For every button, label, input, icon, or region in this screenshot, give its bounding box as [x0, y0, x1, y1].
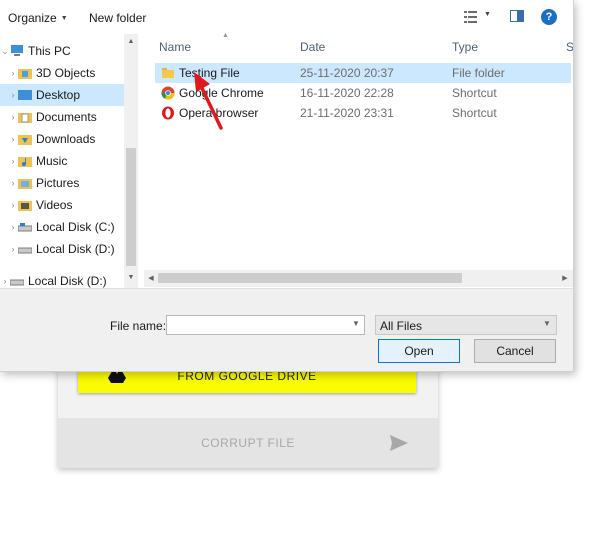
nav-label: Videos	[36, 198, 73, 212]
column-name[interactable]: Name	[159, 40, 191, 54]
organize-caret-icon: ▼	[60, 15, 68, 22]
corrupt-file-label: CORRUPT FILE	[201, 436, 295, 450]
drive-icon	[18, 223, 32, 232]
organize-menu[interactable]: Organize ▼	[8, 11, 68, 25]
sort-ascending-icon: ▲	[222, 32, 229, 39]
scrollbar-thumb[interactable]	[126, 148, 136, 266]
column-type[interactable]: Type	[452, 40, 478, 54]
collapsed-chevron-icon[interactable]: ›	[8, 68, 18, 78]
corrupt-file-button[interactable]: CORRUPT FILE	[58, 418, 438, 468]
downloads-icon	[18, 135, 32, 145]
collapsed-chevron-icon[interactable]: ›	[8, 222, 18, 232]
file-open-dialog: Organize ▼ New folder ▼ ? ⌄ This PC › 3D…	[0, 0, 574, 372]
file-date: 16-11-2020 22:28	[300, 86, 394, 100]
file-type: Shortcut	[452, 86, 497, 100]
scroll-right-icon[interactable]: ▶	[558, 274, 572, 282]
music-icon	[18, 157, 32, 167]
nav-label: Downloads	[36, 132, 96, 146]
collapsed-chevron-icon[interactable]: ›	[8, 134, 18, 144]
column-size[interactable]: S	[566, 40, 573, 54]
nav-item-desktop[interactable]: › Desktop	[0, 84, 124, 106]
nav-label: Music	[36, 154, 68, 168]
collapsed-chevron-icon[interactable]: ›	[8, 200, 18, 210]
file-type: File folder	[452, 66, 505, 80]
nav-vertical-scrollbar[interactable]: ▲ ▼	[124, 34, 138, 288]
send-icon[interactable]	[390, 435, 408, 451]
nav-label: 3D Objects	[36, 66, 96, 80]
drive-icon	[18, 247, 32, 254]
desktop-folder-icon	[18, 90, 32, 100]
preview-pane-icon[interactable]	[510, 10, 524, 22]
nav-item-3d-objects[interactable]: › 3D Objects	[0, 62, 124, 84]
file-list-header: Name Date Type S	[138, 34, 573, 58]
scrollbar-thumb[interactable]	[158, 273, 462, 283]
file-name-label: File name:	[110, 319, 167, 333]
nav-label: Local Disk (D:)	[36, 242, 115, 256]
nav-item-local-disk-d[interactable]: › Local Disk (D:)	[0, 238, 124, 260]
file-list-horizontal-scrollbar[interactable]: ◀ ▶	[144, 270, 573, 287]
file-type: Shortcut	[452, 106, 497, 120]
dialog-footer: File name: ▼ All Files ▼ Open Cancel	[0, 288, 573, 371]
nav-item-local-disk-c[interactable]: › Local Disk (C:)	[0, 216, 124, 238]
collapsed-chevron-icon[interactable]: ›	[8, 90, 18, 100]
folder-3d-icon	[18, 69, 32, 79]
file-type-filter-value: All Files	[380, 319, 423, 333]
nav-label: Local Disk (C:)	[36, 220, 115, 234]
open-button[interactable]: Open	[378, 339, 460, 363]
nav-item-pictures[interactable]: › Pictures	[0, 172, 124, 194]
filter-dropdown-icon[interactable]: ▼	[543, 319, 551, 328]
file-date: 25-11-2020 20:37	[300, 66, 394, 80]
navigation-pane: ⌄ This PC › 3D Objects › Desktop › Docum…	[0, 34, 138, 288]
scroll-down-icon[interactable]: ▼	[124, 274, 138, 281]
opera-icon	[162, 106, 174, 120]
collapsed-chevron-icon[interactable]: ›	[8, 178, 18, 188]
videos-icon	[18, 201, 32, 211]
nav-label: This PC	[28, 44, 71, 58]
nav-label: Pictures	[36, 176, 80, 190]
collapsed-chevron-icon[interactable]: ›	[8, 244, 18, 254]
computer-icon	[11, 45, 23, 56]
dialog-toolbar: Organize ▼ New folder ▼ ?	[0, 0, 573, 34]
scroll-left-icon[interactable]: ◀	[144, 274, 158, 282]
scroll-up-icon[interactable]: ▲	[124, 38, 138, 45]
annotation-arrow-icon	[194, 72, 223, 130]
nav-item-videos[interactable]: › Videos	[0, 194, 124, 216]
nav-label: Desktop	[36, 88, 81, 102]
nav-item-downloads[interactable]: › Downloads	[0, 128, 124, 150]
nav-label: Documents	[36, 110, 97, 124]
help-icon[interactable]: ?	[541, 9, 557, 25]
file-name-dropdown-icon[interactable]: ▼	[352, 319, 360, 328]
view-caret-icon[interactable]: ▼	[484, 11, 491, 18]
nav-item-music[interactable]: › Music	[0, 150, 124, 172]
new-folder-button[interactable]: New folder	[89, 11, 146, 25]
collapsed-chevron-icon[interactable]: ›	[8, 156, 18, 166]
documents-icon	[18, 113, 32, 123]
nav-label: Local Disk (D:)	[28, 274, 107, 288]
folder-icon	[162, 68, 174, 78]
organize-label: Organize	[8, 11, 57, 25]
collapsed-chevron-icon[interactable]: ›	[0, 276, 10, 286]
nav-item-documents[interactable]: › Documents	[0, 106, 124, 128]
file-date: 21-11-2020 23:31	[300, 106, 394, 120]
drive-icon	[10, 279, 24, 286]
collapsed-chevron-icon[interactable]: ›	[8, 112, 18, 122]
pictures-icon	[18, 179, 32, 189]
expanded-chevron-icon[interactable]: ⌄	[0, 46, 10, 57]
nav-item-this-pc[interactable]: ⌄ This PC	[0, 40, 124, 62]
file-name-input[interactable]	[166, 315, 365, 335]
cancel-button[interactable]: Cancel	[474, 339, 556, 363]
view-options-icon[interactable]	[464, 11, 477, 23]
chrome-icon	[161, 86, 175, 100]
file-type-filter[interactable]: All Files	[375, 315, 557, 335]
column-date[interactable]: Date	[300, 40, 325, 54]
